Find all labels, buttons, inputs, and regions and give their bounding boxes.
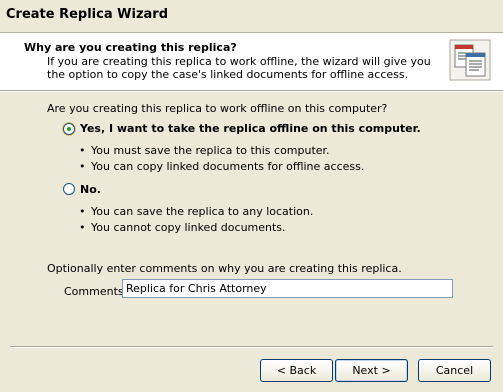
- title-bar: Create Replica Wizard: [0, 0, 503, 32]
- offline-question: Are you creating this replica to work of…: [47, 102, 388, 115]
- window-title: Create Replica Wizard: [6, 7, 168, 22]
- back-button[interactable]: < Back: [260, 359, 333, 382]
- next-button[interactable]: Next >: [335, 359, 408, 382]
- comments-label: Comments:: [64, 285, 128, 298]
- radio-no[interactable]: [63, 183, 75, 195]
- documents-icon: [449, 39, 491, 81]
- header-divider: [0, 90, 503, 92]
- list-item: You must save the replica to this comput…: [79, 144, 330, 157]
- cancel-button[interactable]: Cancel: [418, 359, 491, 382]
- list-item: You cannot copy linked documents.: [79, 221, 286, 234]
- radio-yes[interactable]: [63, 123, 75, 135]
- list-item: You can save the replica to any location…: [79, 205, 313, 218]
- radio-yes-label[interactable]: Yes, I want to take the replica offline …: [80, 122, 421, 135]
- wizard-header: Why are you creating this replica? If yo…: [0, 32, 503, 91]
- comments-prompt: Optionally enter comments on why you are…: [47, 262, 402, 275]
- header-title: Why are you creating this replica?: [24, 41, 237, 54]
- header-description: If you are creating this replica to work…: [47, 55, 431, 81]
- radio-selected-dot: [67, 127, 71, 131]
- radio-no-label[interactable]: No.: [80, 183, 101, 196]
- comments-input[interactable]: [122, 279, 453, 298]
- footer-divider: [10, 346, 493, 348]
- list-item: You can copy linked documents for offlin…: [79, 160, 364, 173]
